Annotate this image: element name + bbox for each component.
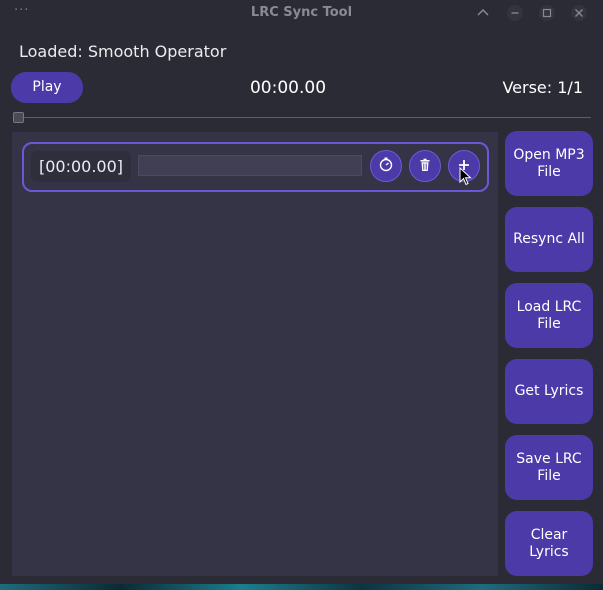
lyrics-panel — [12, 132, 498, 576]
minimize-icon[interactable] — [506, 4, 524, 22]
trash-icon — [418, 157, 432, 176]
chevron-up-icon[interactable] — [474, 4, 492, 22]
verse-counter: Verse: 1/1 — [502, 78, 583, 97]
close-icon[interactable] — [570, 4, 588, 22]
lyric-text-input[interactable] — [138, 155, 362, 176]
seek-slider-handle[interactable] — [13, 112, 24, 123]
load-lrc-button[interactable]: Load LRC File — [505, 283, 593, 348]
sync-timestamp-button[interactable] — [370, 150, 402, 182]
stopwatch-icon — [378, 156, 394, 176]
maximize-icon[interactable] — [538, 4, 556, 22]
current-time: 00:00.00 — [249, 78, 327, 98]
resync-all-button[interactable]: Resync All — [505, 207, 593, 272]
delete-row-button[interactable] — [409, 150, 441, 182]
seek-slider-track[interactable] — [14, 117, 591, 118]
save-lrc-button[interactable]: Save LRC File — [505, 435, 593, 500]
loaded-file-label: Loaded: Smooth Operator — [19, 42, 227, 61]
app-window: ··· LRC Sync Tool Loaded: Smooth Operato… — [0, 0, 603, 584]
title-bar: ··· LRC Sync Tool — [0, 0, 603, 26]
get-lyrics-button[interactable]: Get Lyrics — [505, 359, 593, 424]
plus-icon — [457, 157, 471, 176]
clear-lyrics-button[interactable]: Clear Lyrics — [505, 511, 593, 576]
timestamp-label[interactable]: [00:00.00] — [31, 151, 131, 182]
open-mp3-button[interactable]: Open MP3 File — [505, 131, 593, 196]
lyric-row: [00:00.00] — [22, 142, 489, 192]
desktop-background-strip — [0, 584, 603, 590]
add-row-button[interactable] — [448, 150, 480, 182]
